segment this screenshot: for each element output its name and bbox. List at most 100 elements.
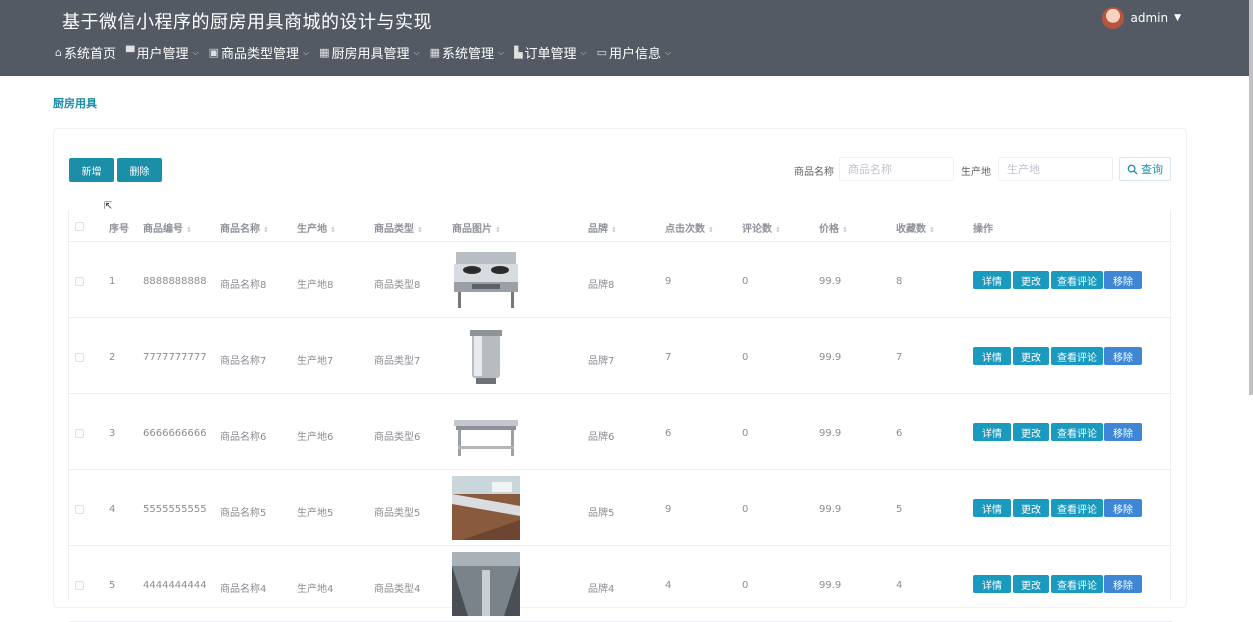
sort-icon[interactable]: ⇕ <box>842 226 848 234</box>
chevron-down-icon: ⌵ <box>580 47 587 57</box>
table-row[interactable]: 5 4444444444 商品名称4 生产地4 商品类型4 品牌4 4 0 99.9 4 详情 更改查… <box>69 546 1172 622</box>
table-row[interactable]: 4 5555555555 商品名称5 生产地5 商品类型5 品牌5 9 0 99.9 5 详情 更改查… <box>69 470 1172 546</box>
sort-icon[interactable]: ⇕ <box>417 226 423 234</box>
column-header[interactable]: 评论数 ⇕ <box>742 220 781 235</box>
row-checkbox[interactable] <box>75 581 84 590</box>
detail-button[interactable]: 详情 <box>973 423 1011 441</box>
view-comments-button[interactable]: 查看评论 <box>1051 423 1103 441</box>
column-header[interactable]: 生产地 ⇕ <box>297 220 336 235</box>
cell-origin: 生产地7 <box>297 356 334 367</box>
cell-type: 商品类型6 <box>374 432 421 443</box>
edit-button[interactable]: 更改 <box>1013 423 1049 441</box>
column-header[interactable]: 点击次数 ⇕ <box>665 220 714 235</box>
nav-item-5[interactable]: ▙ 订单管理 ⌵ <box>514 43 587 62</box>
detail-button[interactable]: 详情 <box>973 347 1011 365</box>
sort-icon[interactable]: ⇕ <box>708 226 714 234</box>
nav-label: 系统首页 <box>63 47 116 62</box>
column-header[interactable]: 品牌 ⇕ <box>588 220 617 235</box>
view-comments-button[interactable]: 查看评论 <box>1051 347 1103 365</box>
sort-icon[interactable]: ⇕ <box>611 226 617 234</box>
nav-item-4[interactable]: ▦ 系统管理 ⌵ <box>430 43 505 62</box>
product-image <box>452 476 520 540</box>
scrollbar[interactable] <box>1249 0 1253 395</box>
add-button[interactable]: 新增 <box>69 158 114 182</box>
nav-label: 商品类型管理 <box>220 47 299 62</box>
column-header-label: 点击次数 <box>665 224 705 235</box>
cell-clicks: 7 <box>665 352 672 363</box>
nav-item-1[interactable]: ▀ 用户管理 ⌵ <box>126 43 199 62</box>
column-header-label: 商品名称 <box>220 224 260 235</box>
table-row[interactable]: 2 7777777777 商品名称7 生产地7 商品类型7 品牌7 7 0 99.9 7 详情 更改查… <box>69 318 1172 394</box>
edit-button[interactable]: 更改 <box>1013 499 1049 517</box>
remove-button[interactable]: 移除 <box>1104 575 1142 593</box>
column-header: 序号 <box>109 220 129 235</box>
cell-price: 99.9 <box>819 428 842 439</box>
column-header[interactable]: 商品名称 ⇕ <box>220 220 269 235</box>
cell-favorites: 5 <box>896 504 903 515</box>
edit-button[interactable]: 更改 <box>1013 575 1049 593</box>
column-header[interactable]: 商品类型 ⇕ <box>374 220 423 235</box>
cell-price: 99.9 <box>819 352 842 363</box>
detail-button[interactable]: 详情 <box>973 499 1011 517</box>
cell-name: 商品名称6 <box>220 432 267 443</box>
view-comments-button[interactable]: 查看评论 <box>1051 575 1103 593</box>
cell-comments: 0 <box>742 276 749 287</box>
remove-button[interactable]: 移除 <box>1104 347 1142 365</box>
nav-item-0[interactable]: ⌂ 系统首页 <box>55 43 116 62</box>
edit-button[interactable]: 更改 <box>1013 347 1049 365</box>
cart-icon: ▙ <box>514 46 523 59</box>
detail-button[interactable]: 详情 <box>973 575 1011 593</box>
nav-item-2[interactable]: ▣ 商品类型管理 ⌵ <box>209 43 310 62</box>
cell-type: 商品类型8 <box>374 280 421 291</box>
remove-button[interactable]: 移除 <box>1104 423 1142 441</box>
breadcrumb: 厨房用具 <box>53 97 97 110</box>
column-header[interactable]: 商品编号 ⇕ <box>143 220 192 235</box>
table-row[interactable]: 1 8888888888 商品名称8 生产地8 商品类型8 品牌8 9 0 99.9 8 详情 更改查… <box>69 242 1172 318</box>
data-table: 序号 商品编号 ⇕ 商品名称 ⇕ 生产地 ⇕ 商品类型 ⇕ 商品图片 ⇕ 品牌 ⇕ 点击次数 ⇕ 评论数 ⇕ 价格… <box>68 210 1172 622</box>
row-checkbox[interactable] <box>75 429 84 438</box>
select-all-checkbox[interactable] <box>75 222 84 231</box>
search-origin-input[interactable] <box>998 157 1113 181</box>
cell-comments: 0 <box>742 580 749 591</box>
chevron-down-icon: ⌵ <box>302 47 310 57</box>
sort-icon[interactable]: ⇕ <box>263 226 269 234</box>
username[interactable]: admin <box>1130 11 1168 25</box>
cell-index: 1 <box>109 276 116 287</box>
avatar[interactable] <box>1102 7 1125 29</box>
sort-icon[interactable]: ⇕ <box>495 226 501 234</box>
cell-code: 8888888888 <box>143 276 207 287</box>
remove-button[interactable]: 移除 <box>1104 499 1142 517</box>
view-comments-button[interactable]: 查看评论 <box>1051 499 1103 517</box>
nav-item-3[interactable]: ▦ 厨房用具管理 ⌵ <box>319 43 420 62</box>
edit-button[interactable]: 更改 <box>1013 271 1049 289</box>
cell-index: 4 <box>109 504 116 515</box>
delete-button[interactable]: 删除 <box>117 158 162 182</box>
row-checkbox[interactable] <box>75 505 84 514</box>
user-menu[interactable]: admin ▼ <box>1102 7 1181 29</box>
nav-label: 用户信息 <box>609 47 662 62</box>
table-row[interactable]: 3 6666666666 商品名称6 生产地6 商品类型6 品牌6 6 0 99.9 6 详情 更改查… <box>69 394 1172 470</box>
row-checkbox[interactable] <box>75 277 84 286</box>
search-name-input[interactable] <box>839 157 954 181</box>
picture-icon: ▣ <box>208 46 219 59</box>
detail-button[interactable]: 详情 <box>973 271 1011 289</box>
column-header[interactable]: 商品图片 ⇕ <box>452 220 501 235</box>
sort-icon[interactable]: ⇕ <box>775 226 781 234</box>
view-comments-button[interactable]: 查看评论 <box>1051 271 1103 289</box>
remove-button[interactable]: 移除 <box>1104 271 1142 289</box>
cell-name: 商品名称4 <box>220 584 267 595</box>
search-name-label: 商品名称 <box>794 167 834 178</box>
sort-icon[interactable]: ⇕ <box>929 226 935 234</box>
sort-icon[interactable]: ⇕ <box>330 226 336 234</box>
sort-icon[interactable]: ⇕ <box>186 226 192 234</box>
query-button[interactable]: 查询 <box>1119 157 1171 181</box>
caret-down-icon[interactable]: ▼ <box>1174 13 1181 23</box>
cell-favorites: 7 <box>896 352 903 363</box>
cell-comments: 0 <box>742 428 749 439</box>
column-header[interactable]: 收藏数 ⇕ <box>896 220 935 235</box>
row-checkbox[interactable] <box>75 353 84 362</box>
cell-code: 4444444444 <box>143 580 207 591</box>
nav-item-6[interactable]: ▭ 用户信息 ⌵ <box>597 43 672 62</box>
column-header[interactable]: 价格 ⇕ <box>819 220 848 235</box>
cell-origin: 生产地5 <box>297 508 334 519</box>
